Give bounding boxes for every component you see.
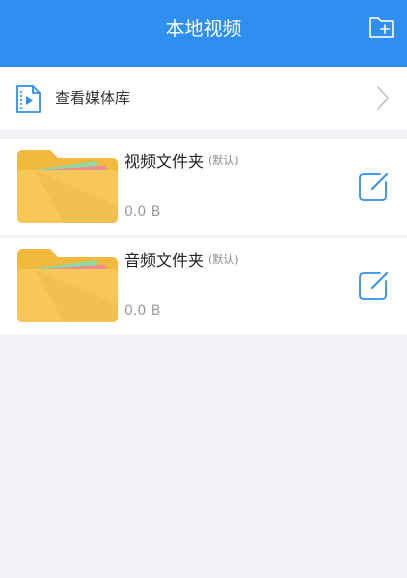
edit-icon[interactable] [358, 170, 390, 202]
default-tag: (默认) [208, 154, 239, 167]
folder-icon [17, 150, 118, 223]
folder-name-text: 音频文件夹 [124, 251, 205, 270]
folder-item-video[interactable]: 视频文件夹 (默认) 0.0 B [0, 139, 407, 235]
app-header: 本地视频 [0, 0, 407, 67]
video-file-icon [16, 85, 41, 113]
folder-size: 0.0 B [124, 204, 161, 220]
folder-size: 0.0 B [124, 303, 161, 319]
folder-plus-icon [369, 17, 394, 38]
edit-icon[interactable] [358, 269, 390, 301]
folder-name-text: 视频文件夹 [124, 152, 205, 171]
media-library-row[interactable]: 查看媒体库 [0, 67, 407, 130]
folder-name: 音频文件夹 (默认) [124, 250, 239, 274]
page-title: 本地视频 [165, 18, 242, 40]
folder-name: 视频文件夹 (默认) [124, 151, 239, 175]
chevron-right-icon [377, 86, 389, 110]
folder-icon [17, 249, 118, 322]
folder-item-audio[interactable]: 音频文件夹 (默认) 0.0 B [0, 238, 407, 334]
media-library-label: 查看媒体库 [55, 89, 131, 107]
new-folder-button[interactable] [368, 14, 396, 40]
default-tag: (默认) [208, 253, 239, 266]
